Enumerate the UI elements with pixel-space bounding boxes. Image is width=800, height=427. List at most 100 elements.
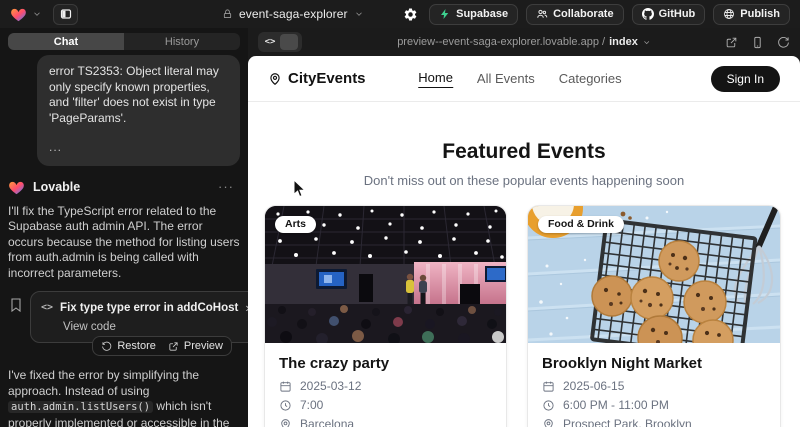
topbar-right-group: Supabase Collaborate GitHub Publish [399, 3, 790, 25]
open-in-new-tab-icon[interactable] [725, 36, 738, 49]
lovable-app-window: event-saga-explorer Supabase Collaborate [0, 0, 800, 427]
event-date-row: 2025-06-15 [542, 379, 766, 393]
site-header: CityEvents Home All Events Categories Si… [248, 56, 800, 102]
preview-url-base: preview--event-saga-explorer.lovable.app… [397, 36, 605, 48]
gear-icon [403, 7, 418, 22]
event-card-brooklyn-market[interactable]: Food & Drink Brooklyn Night Market 2025-… [527, 205, 781, 427]
event-title: Brooklyn Night Market [542, 355, 766, 372]
site-preview: CityEvents Home All Events Categories Si… [248, 56, 800, 427]
preview-panel: <> preview--event-saga-explorer.lovable.… [248, 28, 800, 427]
mobile-view-icon[interactable] [751, 36, 764, 49]
restore-button[interactable]: Restore [101, 340, 156, 352]
code-toggle-icon: <> [260, 37, 280, 47]
chat-panel: Chat History error TS2353: Object litera… [0, 28, 248, 427]
supabase-button[interactable]: Supabase [429, 4, 518, 25]
calendar-icon [279, 380, 292, 393]
sign-in-button[interactable]: Sign In [711, 66, 780, 92]
supabase-button-label: Supabase [456, 8, 508, 20]
publish-button[interactable]: Publish [713, 4, 790, 25]
preview-topbar: <> preview--event-saga-explorer.lovable.… [248, 28, 800, 56]
event-title: The crazy party [279, 355, 492, 372]
refresh-icon[interactable] [777, 36, 790, 49]
event-date: 2025-06-15 [563, 379, 624, 393]
map-pin-icon [279, 418, 292, 427]
collaborate-button[interactable]: Collaborate [526, 4, 624, 25]
event-time: 6:00 PM - 11:00 PM [563, 398, 669, 412]
publish-button-label: Publish [740, 8, 780, 20]
external-link-icon [168, 341, 179, 352]
toggle-knob [280, 34, 298, 50]
supabase-bolt-icon [439, 8, 451, 20]
event-date-row: 2025-03-12 [279, 379, 492, 393]
lock-icon [222, 8, 233, 20]
assistant-name: Lovable [33, 180, 80, 194]
preview-url-bar[interactable]: preview--event-saga-explorer.lovable.app… [397, 36, 651, 48]
code-icon: <> [41, 302, 53, 313]
map-pin-icon [268, 72, 282, 86]
event-image-conference: Arts [265, 206, 506, 343]
event-card-crazy-party[interactable]: Arts The crazy party 2025-03-12 7:00 [264, 205, 507, 427]
bookmark-icon[interactable] [8, 297, 24, 313]
view-code-link[interactable]: View code [41, 321, 248, 333]
nav-all-events[interactable]: All Events [477, 71, 535, 86]
section-title: Featured Events [248, 140, 800, 164]
event-card-body: The crazy party 2025-03-12 7:00 [265, 343, 506, 427]
chat-history-tabs: Chat History [8, 33, 240, 50]
sidebar-panel-icon [60, 8, 72, 20]
project-switcher[interactable]: event-saga-explorer [222, 0, 364, 28]
event-card-body: Brooklyn Night Market 2025-06-15 6:00 PM… [528, 343, 780, 427]
restore-history-icon [101, 341, 112, 352]
clock-icon [279, 399, 292, 412]
topbar-left-group [10, 4, 78, 25]
event-time-row: 7:00 [279, 398, 492, 412]
nav-home[interactable]: Home [418, 70, 453, 88]
cookie [684, 281, 726, 323]
event-location: Prospect Park, Brooklyn [563, 417, 692, 427]
message-action-bar: Restore Preview [92, 336, 232, 356]
event-badge: Food & Drink [538, 216, 624, 233]
user-message-truncation-ellipsis: ... [49, 140, 228, 156]
cookie [659, 241, 699, 281]
url-chevron-down-icon [642, 38, 651, 47]
event-location-row: Barcelona [279, 417, 492, 427]
user-message-bubble: error TS2353: Object literal may only sp… [37, 55, 240, 166]
inline-code-listusers: auth.admin.listUsers() [8, 401, 153, 413]
nav-categories[interactable]: Categories [559, 71, 622, 86]
site-nav: Home All Events Categories [418, 70, 621, 88]
main-split: Chat History error TS2353: Object litera… [0, 28, 800, 427]
github-button[interactable]: GitHub [632, 4, 706, 25]
workspace-chevron-down-icon[interactable] [32, 9, 42, 19]
site-brand[interactable]: CityEvents [268, 70, 366, 87]
code-preview-toggle[interactable]: <> [258, 32, 302, 52]
cookie [631, 277, 673, 319]
preview-button[interactable]: Preview [168, 340, 223, 352]
preview-button-label: Preview [184, 340, 223, 352]
preview-actions [725, 36, 790, 49]
settings-button[interactable] [399, 3, 421, 25]
github-icon [642, 8, 654, 20]
top-bar: event-saga-explorer Supabase Collaborate [0, 0, 800, 28]
event-cards-row: Arts The crazy party 2025-03-12 7:00 [248, 205, 800, 427]
assistant-intro-message: I'll fix the TypeScript error related to… [8, 204, 240, 282]
message-more-menu[interactable]: ··· [218, 179, 234, 194]
code-change-title: Fix type type error in addCoHost [60, 302, 238, 314]
globe-icon [723, 8, 735, 20]
map-pin-icon [542, 418, 555, 427]
assistant-outro-message: I've fixed the error by simplifying the … [8, 368, 240, 427]
message-action-bar-wrap: Restore Preview [8, 336, 232, 356]
lovable-logo-icon[interactable] [10, 6, 27, 22]
site-brand-label: CityEvents [288, 70, 366, 87]
project-chevron-down-icon [354, 9, 364, 19]
tab-history[interactable]: History [124, 33, 240, 50]
tab-chat[interactable]: Chat [8, 33, 124, 50]
toggle-sidebar-button[interactable] [53, 4, 78, 25]
event-time: 7:00 [300, 398, 323, 412]
preview-url-page: index [609, 36, 638, 48]
project-name: event-saga-explorer [239, 7, 348, 21]
lovable-avatar-icon [8, 179, 25, 195]
calendar-icon [542, 380, 555, 393]
outro-text-1: I've fixed the error by simplifying the … [8, 368, 199, 398]
featured-events-section: Featured Events Don't miss out on these … [248, 102, 800, 188]
event-location: Barcelona [300, 417, 354, 427]
cookie [592, 276, 632, 316]
